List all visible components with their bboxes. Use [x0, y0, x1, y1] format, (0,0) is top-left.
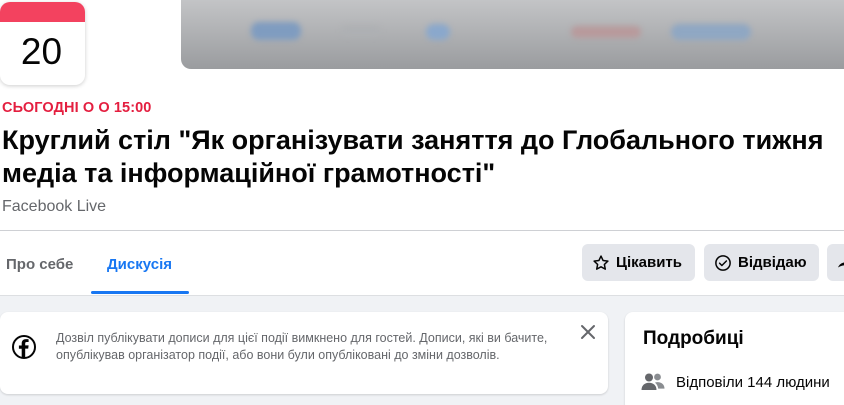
active-tab-indicator [91, 291, 189, 294]
calendar-day: 20 [20, 31, 63, 72]
interested-label: Цікавить [616, 254, 682, 271]
event-cover-image[interactable] [181, 0, 844, 69]
cover-blur-shape [571, 26, 641, 38]
notice-text: Дозвіл публікувати дописи для цієї події… [56, 331, 548, 362]
details-title: Подробиці [643, 328, 744, 349]
event-host[interactable]: Facebook Live [2, 198, 106, 216]
cover-blur-shape [671, 24, 751, 40]
calendar-header [0, 2, 85, 22]
event-title: Круглий стіл "Як організувати заняття до… [2, 125, 824, 188]
event-page: 20 СЬОГОДНІ О О 15:00 Круглий стіл "Як о… [0, 0, 844, 405]
people-icon [641, 373, 665, 390]
close-icon[interactable] [580, 324, 596, 340]
share-arrow-icon [838, 261, 844, 267]
cover-blur-shape [251, 22, 301, 40]
facebook-icon [12, 335, 36, 359]
tab-about[interactable]: Про себе [6, 256, 73, 273]
cover-blur-shape [426, 24, 450, 40]
check-circle-icon [715, 254, 731, 271]
going-label: Відвідаю [738, 254, 807, 271]
going-button[interactable]: Відвідаю [704, 244, 819, 281]
share-button[interactable] [827, 244, 844, 281]
star-icon [593, 254, 609, 270]
cover-blur-shape [341, 26, 381, 36]
calendar-date-badge: 20 [0, 2, 85, 85]
responded-count[interactable]: Відповіли 144 людини [676, 374, 830, 391]
event-datetime: СЬОГОДНІ О О 15:00 [2, 100, 152, 116]
tab-discussion[interactable]: Дискусія [107, 256, 172, 273]
interested-button[interactable]: Цікавить [582, 244, 695, 281]
divider [0, 230, 844, 231]
